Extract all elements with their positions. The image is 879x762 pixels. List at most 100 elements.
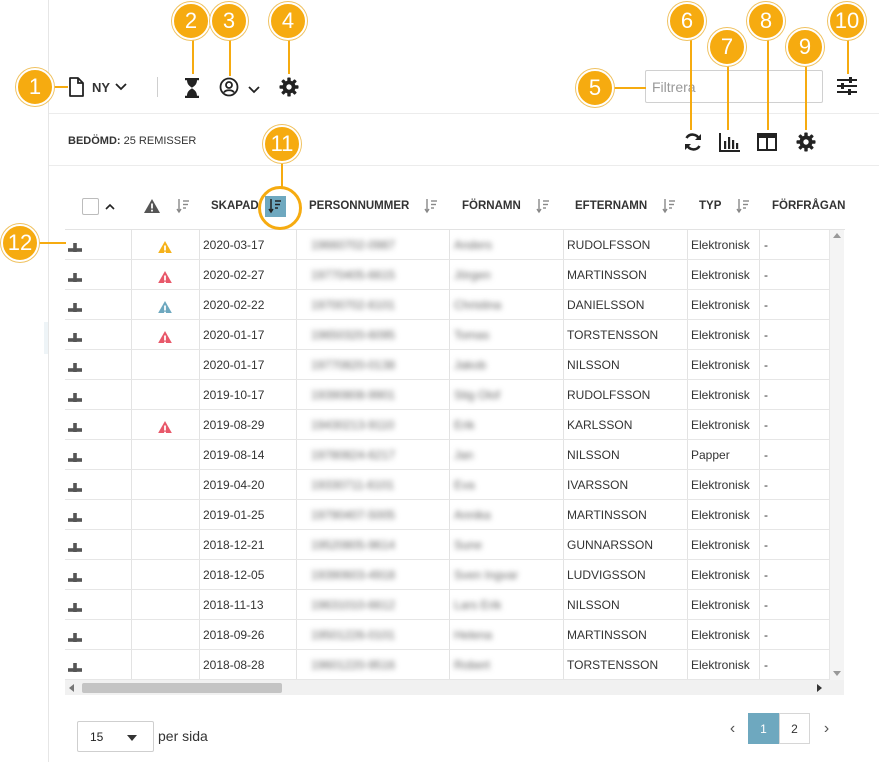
warning-column-header[interactable] bbox=[143, 182, 190, 230]
scroll-up-arrow[interactable] bbox=[833, 233, 841, 238]
warning-icon bbox=[144, 199, 160, 213]
plus-icon bbox=[68, 243, 82, 252]
cell-forfragan: - bbox=[764, 328, 768, 342]
annotation-marker: 4 bbox=[269, 2, 307, 40]
table-row[interactable]: 2018-11-13 19631010-6612 Lars Erik NILSSON E… bbox=[65, 590, 829, 620]
next-page-button[interactable]: › bbox=[811, 713, 842, 744]
page-button-2[interactable]: 2 bbox=[779, 713, 810, 744]
pending-button[interactable] bbox=[184, 78, 200, 98]
statistics-button[interactable] bbox=[719, 132, 741, 152]
expand-row-button[interactable] bbox=[68, 388, 82, 402]
cell-skapad: 2020-02-27 bbox=[203, 268, 265, 282]
expand-row-button[interactable] bbox=[68, 628, 82, 642]
sort-icon[interactable] bbox=[424, 198, 438, 214]
table-row[interactable]: 2019-08-29 19430213-9110 Erik KARLSSON Elekt… bbox=[65, 410, 829, 440]
cell-personnummer: 19390603-4918 bbox=[311, 568, 396, 582]
column-header-fornamn[interactable]: FÖRNAMN bbox=[462, 182, 550, 230]
refresh-button[interactable] bbox=[683, 132, 703, 152]
column-header-personnummer[interactable]: PERSONNUMMER bbox=[309, 182, 438, 230]
page-button-1[interactable]: 1 bbox=[748, 713, 779, 744]
cell-personnummer: 19631010-6612 bbox=[311, 598, 396, 612]
sort-icon[interactable] bbox=[662, 198, 676, 214]
cell-skapad: 2018-09-26 bbox=[203, 628, 265, 642]
expand-row-button[interactable] bbox=[68, 358, 82, 372]
horizontal-scrollbar[interactable] bbox=[65, 680, 844, 695]
table-row[interactable]: 2018-09-26 19501226-0101 Helena MARTINSSON E… bbox=[65, 620, 829, 650]
table-row[interactable]: 2018-08-28 19601220-9516 Robert TORSTENSSON… bbox=[65, 650, 829, 680]
cell-fornamn: Tomas bbox=[454, 328, 490, 342]
annotation-marker: 9 bbox=[786, 28, 824, 66]
column-label: PERSONNUMMER bbox=[309, 200, 410, 212]
expand-row-button[interactable] bbox=[68, 478, 82, 492]
table-row[interactable]: 2019-08-14 19780824-6217 Jan NILSSON Papper - bbox=[65, 440, 829, 470]
cell-forfragan: - bbox=[764, 298, 768, 312]
per-page-value: 15 bbox=[90, 729, 104, 744]
vertical-scrollbar[interactable] bbox=[829, 230, 844, 680]
expand-row-button[interactable] bbox=[68, 568, 82, 582]
expand-row-button[interactable] bbox=[68, 418, 82, 432]
refresh-icon bbox=[685, 133, 701, 151]
new-button[interactable]: NY bbox=[68, 77, 127, 97]
cell-efternamn: NILSSON bbox=[567, 358, 620, 372]
main-toolbar: NY bbox=[49, 62, 879, 114]
column-header-efternamn[interactable]: EFTERNAMN bbox=[575, 182, 676, 230]
scroll-left-arrow[interactable] bbox=[69, 684, 74, 692]
scroll-down-arrow[interactable] bbox=[833, 671, 841, 676]
cell-fornamn: Lars Erik bbox=[454, 598, 502, 612]
expand-row-button[interactable] bbox=[68, 658, 82, 672]
adjust-view-button[interactable] bbox=[836, 76, 858, 96]
plus-icon bbox=[68, 393, 82, 402]
column-header-forfragan[interactable]: FÖRFRÅGAN bbox=[772, 182, 845, 230]
table-row[interactable]: 2019-01-25 19790407-5005 Annika MARTINSSON E… bbox=[65, 500, 829, 530]
plus-icon bbox=[68, 423, 82, 432]
table-row[interactable]: 2020-02-27 19770405-6615 Jörgen MARTINSSON E… bbox=[65, 260, 829, 290]
cell-efternamn: RUDOLFSSON bbox=[567, 238, 651, 252]
expand-row-button[interactable] bbox=[68, 598, 82, 612]
expand-row-button[interactable] bbox=[68, 238, 82, 252]
table-row[interactable]: 2018-12-21 19520805-9614 Sune GUNNARSSON Ele… bbox=[65, 530, 829, 560]
plus-icon bbox=[68, 663, 82, 672]
per-page-select[interactable]: 15 bbox=[77, 721, 154, 752]
table-row[interactable]: 2018-12-05 19390603-4918 Sven Ingvar LUDVIG… bbox=[65, 560, 829, 590]
sort-icon[interactable] bbox=[176, 198, 190, 214]
status-value: 25 REMISSER bbox=[123, 135, 197, 147]
cell-efternamn: IVARSSON bbox=[567, 478, 629, 492]
chevron-up-icon bbox=[105, 203, 115, 210]
expand-row-button[interactable] bbox=[68, 268, 82, 282]
cell-typ: Elektronisk bbox=[691, 328, 750, 342]
plus-icon bbox=[68, 513, 82, 522]
expand-row-button[interactable] bbox=[68, 448, 82, 462]
warning-icon bbox=[156, 297, 174, 313]
table-row[interactable]: 2020-01-17 19650320-6095 Tomas TORSTENSSON E… bbox=[65, 320, 829, 350]
cell-skapad: 2019-04-20 bbox=[203, 478, 265, 492]
cell-typ: Papper bbox=[691, 448, 730, 462]
user-menu-button[interactable] bbox=[219, 77, 260, 97]
table-row[interactable]: 2020-03-17 19660702-0987 Anders RUDOLFSSON E… bbox=[65, 230, 829, 260]
expand-row-button[interactable] bbox=[68, 298, 82, 312]
annotation-leader bbox=[727, 62, 729, 130]
cell-efternamn: MARTINSSON bbox=[567, 508, 647, 522]
columns-button[interactable] bbox=[757, 133, 777, 151]
settings-button[interactable] bbox=[279, 77, 299, 97]
expand-row-button[interactable] bbox=[68, 508, 82, 522]
expand-row-button[interactable] bbox=[68, 328, 82, 342]
previous-page-button[interactable]: ‹ bbox=[717, 713, 748, 744]
table-row[interactable]: 2020-01-17 19770820-0138 Jakob NILSSON Elekt… bbox=[65, 350, 829, 380]
horizontal-scroll-thumb[interactable] bbox=[82, 683, 282, 693]
filter-input[interactable] bbox=[645, 70, 823, 103]
expand-row-button[interactable] bbox=[68, 538, 82, 552]
scroll-right-arrow[interactable] bbox=[817, 684, 822, 692]
cell-typ: Elektronisk bbox=[691, 298, 750, 312]
sort-icon[interactable] bbox=[736, 198, 750, 214]
cell-fornamn: Sune bbox=[454, 538, 483, 552]
cell-personnummer: 19770405-6615 bbox=[311, 268, 396, 282]
select-all-checkbox[interactable] bbox=[82, 182, 115, 230]
table-row[interactable]: 2020-02-22 19700702-6101 Christina DANIELSS… bbox=[65, 290, 829, 320]
table-row[interactable]: 2019-04-20 19330711-6101 Eva IVARSSON Elektr… bbox=[65, 470, 829, 500]
sort-icon[interactable] bbox=[536, 198, 550, 214]
annotation-marker: 8 bbox=[747, 2, 785, 40]
table-row[interactable]: 2019-10-17 19390808-9901 Stig Olof RUDOLFSS… bbox=[65, 380, 829, 410]
column-header-typ[interactable]: TYP bbox=[699, 182, 750, 230]
table-settings-button[interactable] bbox=[796, 132, 816, 152]
annotation-leader bbox=[610, 87, 646, 89]
